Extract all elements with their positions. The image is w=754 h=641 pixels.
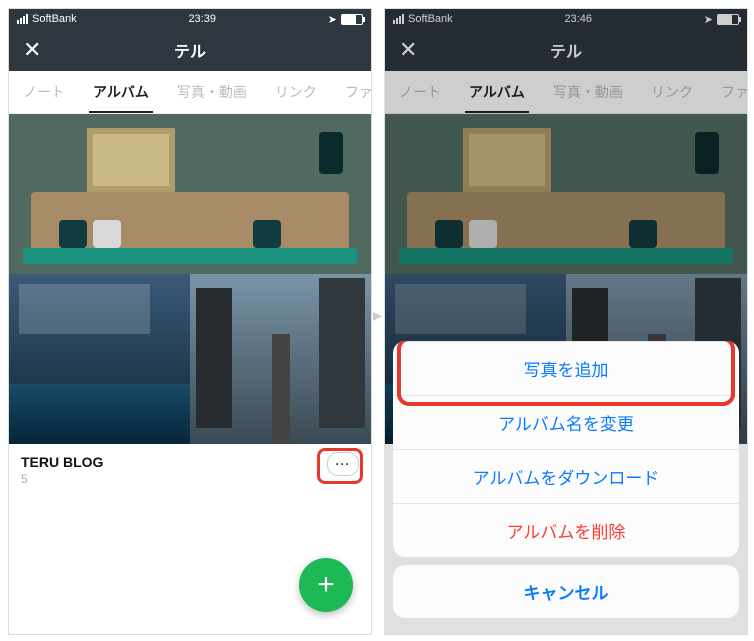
tab-files[interactable]: ファ: [331, 71, 371, 113]
battery-icon: [341, 14, 363, 25]
status-time: 23:39: [188, 13, 216, 25]
album-count: 5: [21, 472, 359, 486]
tab-notes[interactable]: ノート: [9, 71, 79, 113]
album-title: TERU BLOG: [21, 454, 359, 470]
action-sheet: 写真を追加 アルバム名を変更 アルバムをダウンロード アルバムを削除 キャンセル: [393, 341, 739, 626]
tab-photos[interactable]: 写真・動画: [163, 71, 261, 113]
status-bar: SoftBank 23:39 ➤: [9, 9, 371, 29]
tab-links[interactable]: リンク: [261, 71, 331, 113]
tab-album[interactable]: アルバム: [79, 71, 163, 113]
tab-bar: ノート アルバム 写真・動画 リンク ファ: [9, 71, 371, 114]
arrow-icon: ▸: [373, 305, 382, 326]
page-title: テル: [9, 38, 371, 62]
album-thumb-1: [9, 274, 190, 444]
phone-right: SoftBank 23:46 ➤ ✕ テル ノート アルバム 写真・動画 リンク…: [384, 8, 748, 635]
sheet-item-download[interactable]: アルバムをダウンロード: [393, 449, 739, 503]
phone-left: SoftBank 23:39 ➤ ✕ テル ノート アルバム 写真・動画 リンク…: [8, 8, 372, 635]
sheet-item-rename[interactable]: アルバム名を変更: [393, 395, 739, 449]
album-more-button[interactable]: ···: [327, 452, 359, 476]
signal-icon: [17, 14, 28, 24]
album-thumb-2: [190, 274, 371, 444]
location-icon: ➤: [328, 13, 337, 26]
sheet-cancel[interactable]: キャンセル: [393, 565, 739, 618]
sheet-item-delete[interactable]: アルバムを削除: [393, 503, 739, 557]
fab-add-button[interactable]: +: [299, 558, 353, 612]
album-cover-image: [9, 114, 371, 274]
sheet-item-add-photo[interactable]: 写真を追加: [393, 341, 739, 395]
carrier: SoftBank: [32, 13, 77, 25]
close-icon[interactable]: ✕: [23, 37, 41, 63]
album-card[interactable]: TERU BLOG 5 ···: [9, 114, 371, 496]
title-bar: ✕ テル: [9, 29, 371, 71]
